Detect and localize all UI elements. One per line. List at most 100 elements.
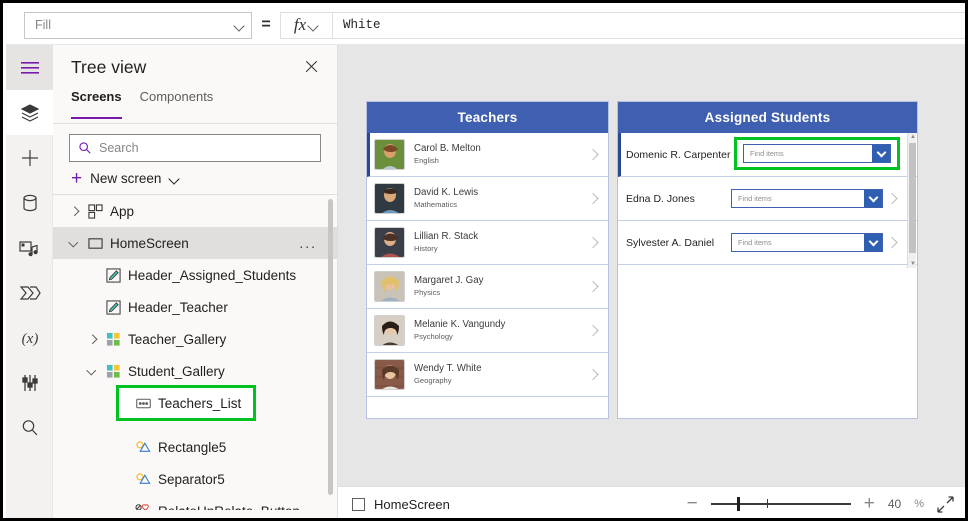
overflow-menu-icon[interactable]: ...: [299, 235, 317, 251]
tree-item-separator5[interactable]: Separator5: [53, 463, 337, 495]
table-row[interactable]: Sylvester A. Daniel Find items: [618, 221, 917, 265]
scrollbar-thumb[interactable]: [909, 143, 916, 253]
property-dropdown[interactable]: Fill: [24, 11, 252, 39]
expander-down-icon[interactable]: [65, 239, 83, 247]
search-input[interactable]: Search: [69, 134, 321, 162]
screen-icon: [83, 236, 107, 251]
teachers-list-combobox[interactable]: Find items: [731, 189, 883, 208]
scroll-up-icon[interactable]: ▲: [910, 134, 916, 140]
table-row[interactable]: Domenic R. Carpenter Find items: [618, 133, 917, 177]
teacher-info: Margaret J. Gay Physics: [405, 275, 483, 298]
label-control-icon: [101, 299, 125, 315]
tree-item-list: App HomeScreen ... Header_Assigned_Stude…: [53, 194, 337, 510]
teacher-info: Wendy T. White Geography: [405, 363, 481, 386]
zoom-out-button[interactable]: −: [687, 494, 698, 513]
expander-down-icon[interactable]: [83, 367, 101, 375]
tree-item-rectangle5[interactable]: Rectangle5: [53, 431, 337, 463]
new-screen-button[interactable]: + New screen: [53, 162, 337, 194]
teachers-list-combobox[interactable]: Find items: [743, 144, 891, 163]
fit-to-window-icon[interactable]: [937, 495, 954, 513]
chevron-right-icon[interactable]: [589, 238, 598, 247]
database-icon[interactable]: [6, 180, 53, 225]
table-row[interactable]: Melanie K. Vangundy Psychology: [367, 309, 608, 353]
chevron-right-icon[interactable]: [888, 194, 897, 203]
zoom-in-button[interactable]: +: [864, 494, 875, 513]
students-scrollbar[interactable]: ▲ ▼: [907, 133, 916, 268]
media-icon[interactable]: [6, 225, 53, 270]
tree-item-label: Header_Assigned_Students: [128, 267, 297, 283]
tree-item-student-gallery[interactable]: Student_Gallery: [53, 355, 337, 387]
slider-tick: [766, 499, 769, 508]
screen-stage: Teachers Carol B. Melton English David K…: [366, 101, 918, 419]
teacher-info: Lillian R. Stack History: [405, 231, 478, 254]
chevron-down-icon[interactable]: [872, 145, 890, 162]
expander-right-icon[interactable]: [83, 335, 101, 343]
search-row: Search: [53, 124, 337, 162]
gallery-icon: [101, 332, 125, 347]
tree-view-header: Tree view: [53, 45, 337, 89]
teacher-info: Melanie K. Vangundy Psychology: [405, 319, 505, 342]
power-automate-icon[interactable]: [6, 270, 53, 315]
tab-screens[interactable]: Screens: [71, 89, 122, 119]
fx-button[interactable]: fx: [280, 11, 332, 39]
tab-components[interactable]: Components: [140, 89, 214, 115]
equals-sign: =: [261, 16, 271, 33]
table-row[interactable]: Edna D. Jones Find items: [618, 177, 917, 221]
search-icon: [79, 142, 91, 154]
slider-thumb[interactable]: [736, 497, 740, 511]
tree-item-relate-unrelate-button[interactable]: RelateUnRelate_Button: [53, 495, 337, 510]
teacher-gallery: Teachers Carol B. Melton English David K…: [366, 101, 609, 419]
table-row[interactable]: Wendy T. White Geography: [367, 353, 608, 397]
rail-spacer: [6, 450, 53, 508]
tree-item-label: Teacher_Gallery: [128, 331, 227, 347]
teachers-list-combobox-highlight[interactable]: Find items: [734, 137, 900, 170]
teachers-list-combobox[interactable]: Find items: [731, 233, 883, 252]
zoom-slider[interactable]: [710, 497, 851, 511]
chevron-right-icon[interactable]: [589, 282, 598, 291]
avatar: [374, 227, 405, 258]
tree-scrollbar[interactable]: [328, 199, 333, 495]
table-row[interactable]: Carol B. Melton English: [367, 133, 608, 177]
chevron-right-icon[interactable]: [589, 194, 598, 203]
table-row[interactable]: Lillian R. Stack History: [367, 221, 608, 265]
variables-icon[interactable]: (x): [6, 315, 53, 360]
scroll-down-icon[interactable]: ▼: [910, 261, 916, 267]
current-screen-indicator[interactable]: HomeScreen: [352, 497, 450, 512]
search-icon[interactable]: [6, 405, 53, 450]
tab-components-label: Components: [139, 89, 214, 104]
chevron-down-icon[interactable]: [864, 234, 882, 251]
close-icon[interactable]: [301, 56, 323, 78]
tree-item-header-assigned-students[interactable]: Header_Assigned_Students: [53, 259, 337, 291]
teacher-name: Margaret J. Gay: [414, 275, 484, 286]
tree-item-homescreen[interactable]: HomeScreen ...: [53, 227, 337, 259]
tree-item-app[interactable]: App: [53, 195, 337, 227]
table-row[interactable]: David K. Lewis Mathematics: [367, 177, 608, 221]
table-row[interactable]: Margaret J. Gay Physics: [367, 265, 608, 309]
tree-item-teacher-gallery[interactable]: Teacher_Gallery: [53, 323, 337, 355]
chevron-right-icon[interactable]: [589, 370, 598, 379]
tools-icon[interactable]: [6, 360, 53, 405]
plus-icon[interactable]: [6, 135, 53, 180]
chevron-right-icon[interactable]: [888, 238, 897, 247]
chevron-down-icon: [234, 20, 245, 31]
shape-icon: [131, 472, 155, 487]
app-icon: [83, 203, 107, 219]
expander-right-icon[interactable]: [65, 207, 83, 215]
students-list: Domenic R. Carpenter Find items Edna D. …: [618, 133, 917, 265]
avatar: [374, 139, 405, 170]
chevron-right-icon[interactable]: [589, 150, 598, 159]
settings-icon[interactable]: [6, 508, 53, 518]
teacher-name: Wendy T. White: [414, 363, 482, 374]
new-screen-label: New screen: [90, 171, 162, 186]
tree-view-panel: Tree view Screens Components Search + Ne…: [53, 45, 338, 518]
status-bar: HomeScreen − + 40 %: [338, 486, 965, 518]
layers-icon[interactable]: [6, 90, 53, 135]
chevron-down-icon[interactable]: [864, 190, 882, 207]
avatar: [374, 271, 405, 302]
current-screen-label: HomeScreen: [374, 496, 450, 512]
hamburger-icon[interactable]: [6, 45, 53, 90]
tree-item-header-teacher[interactable]: Header_Teacher: [53, 291, 337, 323]
chevron-right-icon[interactable]: [589, 326, 598, 335]
tree-item-teachers-list-highlight[interactable]: Teachers_List: [116, 385, 256, 421]
formula-input[interactable]: White: [332, 11, 965, 39]
